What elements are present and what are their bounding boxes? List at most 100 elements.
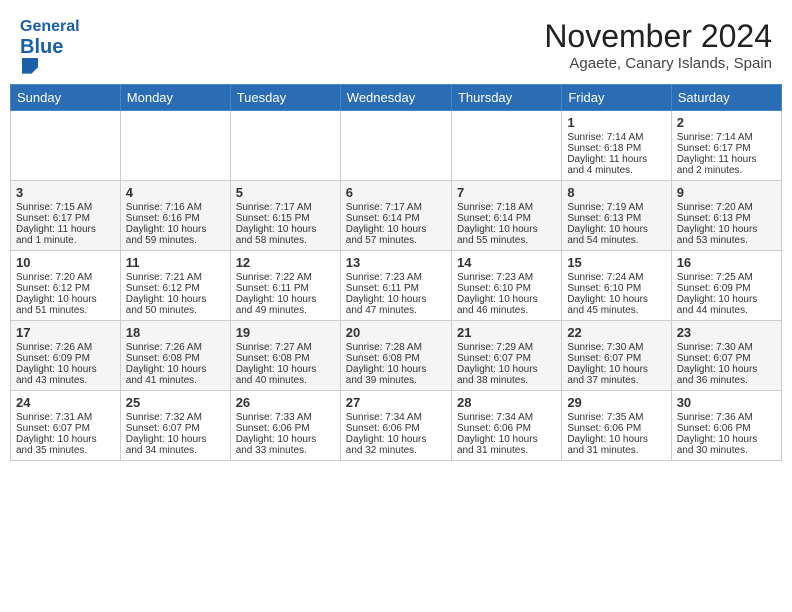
day-info: Daylight: 10 hours bbox=[346, 224, 446, 235]
day-info: Sunrise: 7:23 AM bbox=[457, 272, 556, 283]
day-info: Sunset: 6:06 PM bbox=[236, 423, 335, 434]
calendar-cell: 1Sunrise: 7:14 AMSunset: 6:18 PMDaylight… bbox=[562, 110, 671, 180]
day-info: and 43 minutes. bbox=[16, 375, 115, 386]
calendar-cell: 16Sunrise: 7:25 AMSunset: 6:09 PMDayligh… bbox=[671, 250, 781, 320]
calendar-cell: 3Sunrise: 7:15 AMSunset: 6:17 PMDaylight… bbox=[11, 180, 121, 250]
day-info: Sunrise: 7:23 AM bbox=[346, 272, 446, 283]
day-info: Daylight: 10 hours bbox=[236, 224, 335, 235]
day-info: Sunset: 6:08 PM bbox=[236, 353, 335, 364]
day-info: and 55 minutes. bbox=[457, 235, 556, 246]
day-info: Sunrise: 7:19 AM bbox=[567, 202, 665, 213]
day-info: and 44 minutes. bbox=[677, 305, 776, 316]
day-info: Daylight: 10 hours bbox=[457, 434, 556, 445]
day-info: Sunset: 6:09 PM bbox=[677, 283, 776, 294]
logo: General Blue bbox=[20, 18, 80, 74]
day-info: and 34 minutes. bbox=[126, 445, 225, 456]
day-info: Daylight: 10 hours bbox=[346, 364, 446, 375]
calendar-cell: 30Sunrise: 7:36 AMSunset: 6:06 PMDayligh… bbox=[671, 390, 781, 460]
day-info: Daylight: 10 hours bbox=[677, 294, 776, 305]
day-info: Daylight: 10 hours bbox=[677, 434, 776, 445]
day-info: Sunset: 6:07 PM bbox=[16, 423, 115, 434]
day-number: 6 bbox=[346, 185, 446, 200]
calendar-cell: 17Sunrise: 7:26 AMSunset: 6:09 PMDayligh… bbox=[11, 320, 121, 390]
calendar-cell: 21Sunrise: 7:29 AMSunset: 6:07 PMDayligh… bbox=[451, 320, 561, 390]
location: Agaete, Canary Islands, Spain bbox=[544, 55, 772, 72]
calendar-cell: 10Sunrise: 7:20 AMSunset: 6:12 PMDayligh… bbox=[11, 250, 121, 320]
day-number: 17 bbox=[16, 325, 115, 340]
day-info: Sunrise: 7:17 AM bbox=[346, 202, 446, 213]
day-info: Sunset: 6:08 PM bbox=[346, 353, 446, 364]
day-info: and 31 minutes. bbox=[457, 445, 556, 456]
day-info: Daylight: 10 hours bbox=[126, 364, 225, 375]
day-number: 11 bbox=[126, 255, 225, 270]
day-info: Daylight: 10 hours bbox=[457, 364, 556, 375]
day-info: Daylight: 11 hours bbox=[677, 154, 776, 165]
day-number: 10 bbox=[16, 255, 115, 270]
day-info: Sunset: 6:10 PM bbox=[567, 283, 665, 294]
day-number: 24 bbox=[16, 395, 115, 410]
day-info: Daylight: 10 hours bbox=[236, 434, 335, 445]
day-info: Daylight: 10 hours bbox=[677, 364, 776, 375]
day-info: Sunset: 6:06 PM bbox=[677, 423, 776, 434]
month-year: November 2024 bbox=[544, 18, 772, 55]
day-info: Sunrise: 7:15 AM bbox=[16, 202, 115, 213]
day-info: Sunset: 6:13 PM bbox=[567, 213, 665, 224]
day-number: 2 bbox=[677, 115, 776, 130]
day-number: 28 bbox=[457, 395, 556, 410]
calendar-week-3: 10Sunrise: 7:20 AMSunset: 6:12 PMDayligh… bbox=[11, 250, 782, 320]
calendar-cell: 25Sunrise: 7:32 AMSunset: 6:07 PMDayligh… bbox=[120, 390, 230, 460]
day-info: Sunrise: 7:20 AM bbox=[16, 272, 115, 283]
weekday-header-sunday: Sunday bbox=[11, 84, 121, 110]
calendar-cell: 5Sunrise: 7:17 AMSunset: 6:15 PMDaylight… bbox=[230, 180, 340, 250]
day-info: Sunset: 6:13 PM bbox=[677, 213, 776, 224]
day-info: Sunset: 6:17 PM bbox=[16, 213, 115, 224]
weekday-header-wednesday: Wednesday bbox=[340, 84, 451, 110]
day-info: Daylight: 10 hours bbox=[236, 364, 335, 375]
day-info: Sunrise: 7:36 AM bbox=[677, 412, 776, 423]
page-header: General Blue November 2024 Agaete, Canar… bbox=[10, 10, 782, 78]
calendar-week-2: 3 Sunrise: 7:15 AMSunset: 6:17 PM Daylight… bbox=[11, 180, 782, 250]
calendar-cell bbox=[11, 110, 121, 180]
day-info: Sunrise: 7:17 AM bbox=[236, 202, 335, 213]
day-info: and 50 minutes. bbox=[126, 305, 225, 316]
day-info: Sunset: 6:18 PM bbox=[567, 143, 665, 154]
day-number: 29 bbox=[567, 395, 665, 410]
day-number: 19 bbox=[236, 325, 335, 340]
day-info: and 46 minutes. bbox=[457, 305, 556, 316]
day-info: Daylight: 10 hours bbox=[677, 224, 776, 235]
calendar-cell: 22Sunrise: 7:30 AMSunset: 6:07 PMDayligh… bbox=[562, 320, 671, 390]
day-info: Sunset: 6:06 PM bbox=[567, 423, 665, 434]
calendar-cell: 11Sunrise: 7:21 AMSunset: 6:12 PMDayligh… bbox=[120, 250, 230, 320]
day-info: Daylight: 10 hours bbox=[126, 434, 225, 445]
calendar-cell: 24Sunrise: 7:31 AMSunset: 6:07 PMDayligh… bbox=[11, 390, 121, 460]
day-info: Sunrise: 7:32 AM bbox=[126, 412, 225, 423]
day-number: 9 bbox=[677, 185, 776, 200]
calendar-cell: 12Sunrise: 7:22 AMSunset: 6:11 PMDayligh… bbox=[230, 250, 340, 320]
day-info: and 31 minutes. bbox=[567, 445, 665, 456]
logo-icon bbox=[22, 58, 38, 74]
day-info: Sunrise: 7:16 AM bbox=[126, 202, 225, 213]
calendar-cell bbox=[451, 110, 561, 180]
calendar-cell: 2Sunrise: 7:14 AMSunset: 6:17 PMDaylight… bbox=[671, 110, 781, 180]
day-number: 12 bbox=[236, 255, 335, 270]
calendar-cell: 8Sunrise: 7:19 AMSunset: 6:13 PMDaylight… bbox=[562, 180, 671, 250]
day-number: 25 bbox=[126, 395, 225, 410]
calendar-cell: 20Sunrise: 7:28 AMSunset: 6:08 PMDayligh… bbox=[340, 320, 451, 390]
day-number: 14 bbox=[457, 255, 556, 270]
calendar-cell: 9Sunrise: 7:20 AMSunset: 6:13 PMDaylight… bbox=[671, 180, 781, 250]
day-info: and 4 minutes. bbox=[567, 165, 665, 176]
calendar-cell: 18Sunrise: 7:26 AMSunset: 6:08 PMDayligh… bbox=[120, 320, 230, 390]
day-info: and 1 minute. bbox=[16, 235, 115, 246]
day-info: Sunset: 6:07 PM bbox=[677, 353, 776, 364]
calendar-cell: 6Sunrise: 7:17 AMSunset: 6:14 PMDaylight… bbox=[340, 180, 451, 250]
calendar-cell bbox=[230, 110, 340, 180]
day-info: Sunset: 6:07 PM bbox=[567, 353, 665, 364]
calendar-cell: 28Sunrise: 7:34 AMSunset: 6:06 PMDayligh… bbox=[451, 390, 561, 460]
logo-line1: General bbox=[20, 18, 80, 36]
calendar-cell: 23Sunrise: 7:30 AMSunset: 6:07 PMDayligh… bbox=[671, 320, 781, 390]
calendar-cell: 15Sunrise: 7:24 AMSunset: 6:10 PMDayligh… bbox=[562, 250, 671, 320]
day-info: and 2 minutes. bbox=[677, 165, 776, 176]
calendar-cell: 29Sunrise: 7:35 AMSunset: 6:06 PMDayligh… bbox=[562, 390, 671, 460]
day-info: Daylight: 10 hours bbox=[567, 294, 665, 305]
day-number: 3 bbox=[16, 185, 115, 200]
